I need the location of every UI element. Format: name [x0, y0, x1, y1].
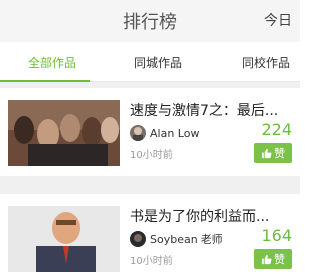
movie-poster-image [8, 100, 120, 166]
post-time: 10小时前 [130, 256, 173, 267]
like-count: 164 [261, 226, 292, 245]
author-info[interactable]: Soybean 老师 [130, 230, 223, 248]
avatar-image [130, 231, 146, 247]
avatar[interactable] [130, 231, 146, 247]
video-thumbnail[interactable] [8, 100, 120, 166]
list-item[interactable]: 速度与激情7之：最后... Alan Low 10小时前 224 赞 [0, 88, 300, 176]
item-title[interactable]: 书是为了你的利益而... [130, 206, 280, 226]
author-name[interactable]: Alan Low [150, 127, 199, 140]
author-info[interactable]: Alan Low [130, 124, 199, 142]
period-selector[interactable]: 今日 [264, 10, 292, 30]
author-role: 老师 [200, 233, 223, 246]
post-time: 10小时前 [130, 150, 173, 161]
author-name[interactable]: Soybean [150, 233, 198, 246]
ranking-list: 速度与激情7之：最后... Alan Low 10小时前 224 赞 书是为了你… [0, 82, 300, 280]
item-title[interactable]: 速度与激情7之：最后... [130, 100, 280, 120]
tab-all-works[interactable]: 全部作品 [28, 54, 76, 71]
tab-same-city[interactable]: 同城作品 [134, 54, 182, 71]
video-thumbnail[interactable] [8, 206, 120, 272]
lecture-thumbnail-image [8, 206, 120, 272]
tab-bar: 全部作品 同城作品 同校作品 [0, 42, 300, 82]
page-title: 排行榜 [123, 12, 177, 33]
tab-same-school[interactable]: 同校作品 [242, 54, 290, 71]
like-button[interactable]: 赞 [254, 249, 292, 269]
like-button[interactable]: 赞 [254, 143, 292, 163]
like-count: 224 [261, 120, 292, 139]
thumbs-up-icon [261, 254, 272, 264]
like-label: 赞 [274, 147, 285, 160]
thumbs-up-icon [261, 148, 272, 158]
avatar[interactable] [130, 125, 146, 141]
like-label: 赞 [274, 253, 285, 266]
list-item[interactable]: 书是为了你的利益而... Soybean 老师 10小时前 164 赞 [0, 194, 300, 280]
app-header: 排行榜 今日 [0, 0, 300, 42]
avatar-image [130, 125, 146, 141]
